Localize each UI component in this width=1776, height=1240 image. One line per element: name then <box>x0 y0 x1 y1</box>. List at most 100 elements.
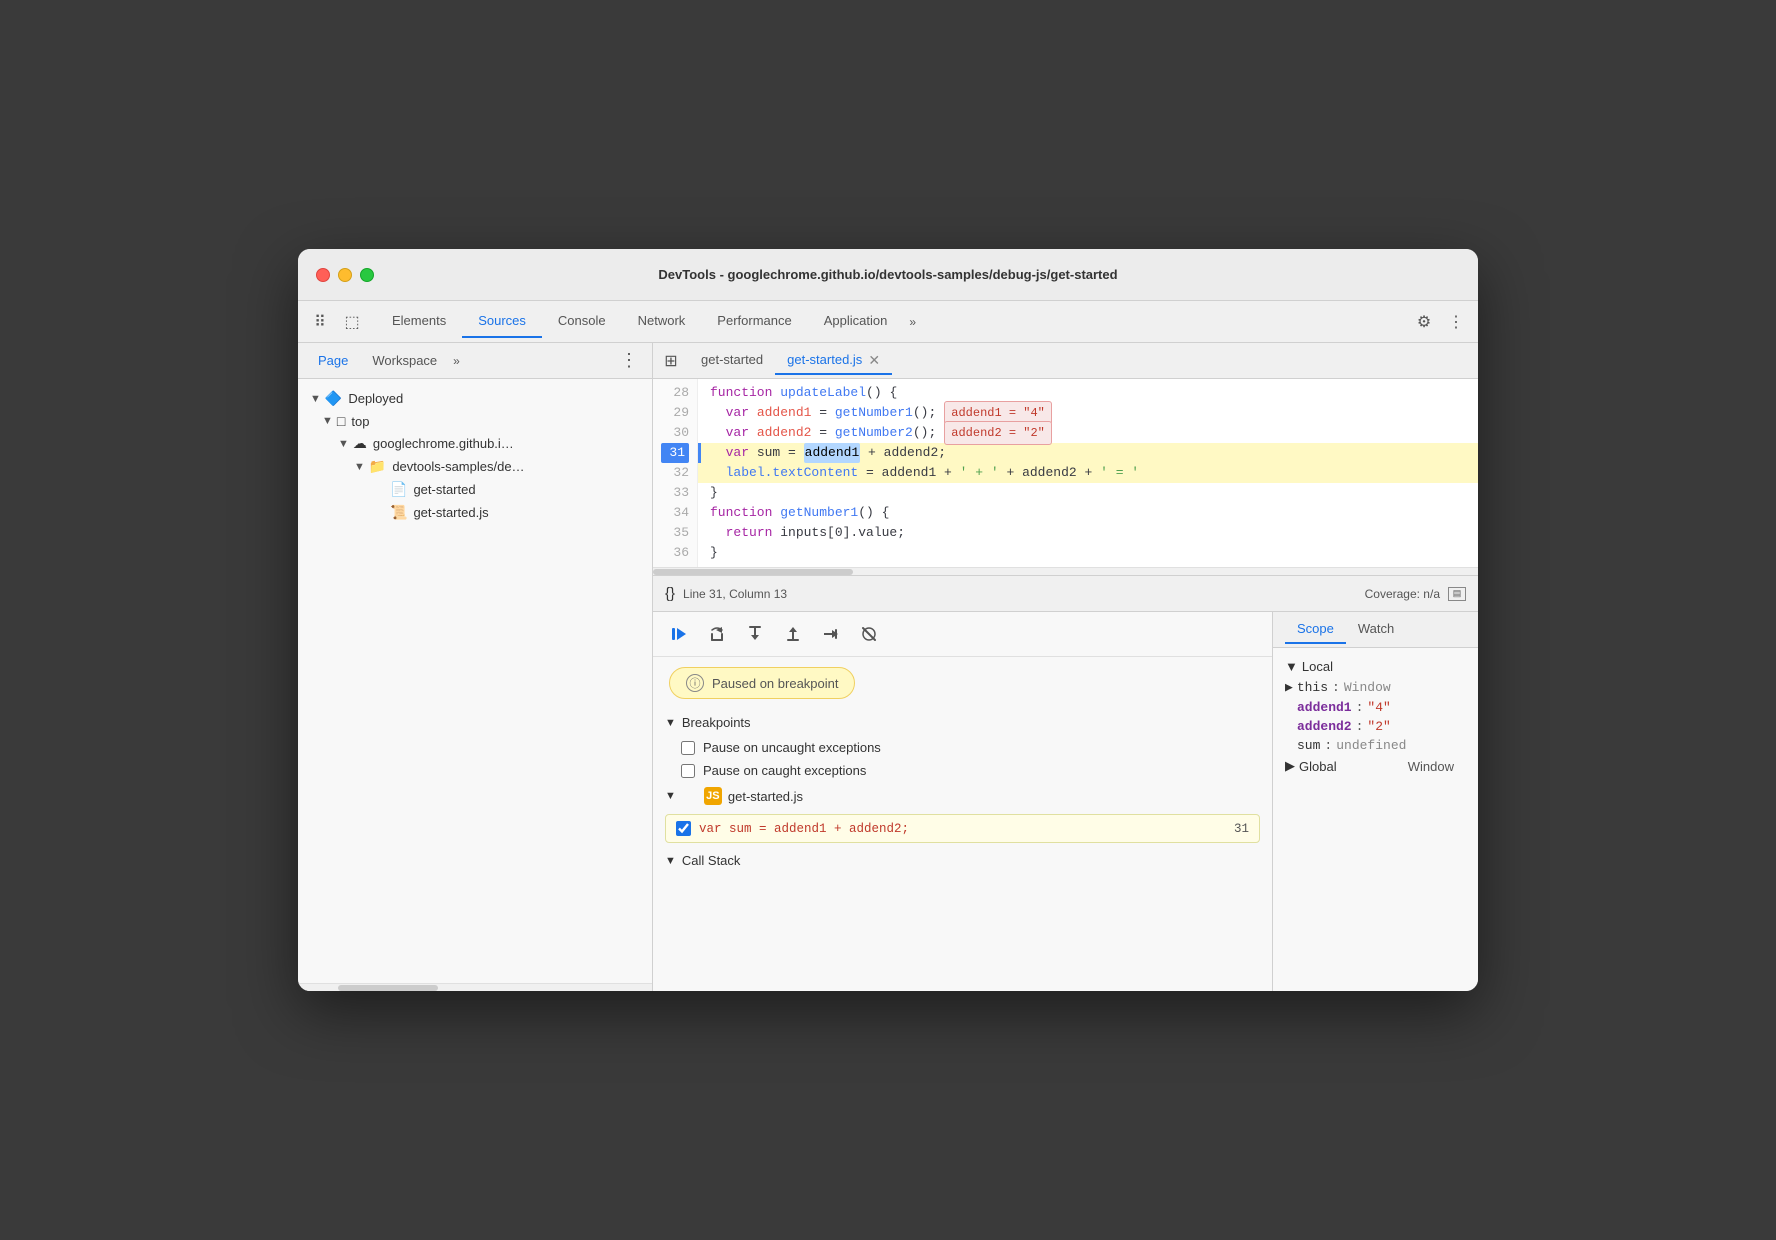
more-tabs-button[interactable]: » <box>903 307 922 337</box>
close-button[interactable] <box>316 268 330 282</box>
tree-arrow: ▼ <box>354 461 365 473</box>
step-into-button[interactable] <box>741 620 769 648</box>
editor-tab-close-button[interactable]: ✕ <box>868 353 880 367</box>
tab-application[interactable]: Application <box>808 305 904 338</box>
code-line-28: function updateLabel () { <box>698 383 1478 403</box>
breakpoint-checkbox[interactable] <box>676 821 691 836</box>
local-arrow-icon: ▼ <box>1285 659 1298 674</box>
fullscreen-button[interactable] <box>360 268 374 282</box>
minimize-button[interactable] <box>338 268 352 282</box>
sidebar-menu-button[interactable]: ⋮ <box>614 348 644 373</box>
tab-sources[interactable]: Sources <box>462 305 542 338</box>
global-section-header[interactable]: ▶ Global Window <box>1273 755 1478 777</box>
tree-label-get-started: get-started <box>413 482 475 497</box>
scope-addend2-row: addend2 : "2" <box>1273 717 1478 736</box>
pause-caught-row: Pause on caught exceptions <box>653 759 1272 782</box>
pause-caught-checkbox[interactable] <box>681 764 695 778</box>
line-num-35: 35 <box>661 523 689 543</box>
sidebar-scrollbar[interactable] <box>298 983 652 991</box>
pause-banner-text: Paused on breakpoint <box>712 676 838 691</box>
status-position: Line 31, Column 13 <box>683 587 787 601</box>
tree-item-deployed[interactable]: ▼ 🔷 Deployed <box>298 387 652 410</box>
tree-item-get-started[interactable]: 📄 get-started <box>298 478 652 501</box>
cloud-icon: ☁ <box>353 435 367 452</box>
more-options-button[interactable]: ⋮ <box>1442 308 1470 336</box>
breakpoints-section-header[interactable]: ▼ Breakpoints <box>653 709 1272 736</box>
keyword-function-34: function <box>710 503 780 523</box>
code-line-35: return inputs[0].value; <box>698 523 1478 543</box>
func-name-34: getNumber1 <box>780 503 858 523</box>
step-over-button[interactable] <box>703 620 731 648</box>
bp-line-number: 31 <box>1234 822 1249 836</box>
breakpoint-line-row[interactable]: var sum = addend1 + addend2; 31 <box>665 814 1260 843</box>
main-tab-bar: Elements Sources Console Network Perform… <box>376 305 1408 338</box>
pause-uncaught-row: Pause on uncaught exceptions <box>653 736 1272 759</box>
sidebar-more-tabs[interactable]: » <box>453 354 460 368</box>
call-stack-label: Call Stack <box>682 853 741 868</box>
horizontal-scrollbar[interactable] <box>653 567 1478 575</box>
bp-code-text: var sum = addend1 + addend2; <box>699 822 909 836</box>
str-eq: ' = ' <box>1100 463 1139 483</box>
pause-caught-label: Pause on caught exceptions <box>703 763 866 778</box>
func-getnum1: getNumber1 <box>835 403 913 423</box>
this-arrow-icon: ▶ <box>1285 680 1293 695</box>
tree-arrow: ▼ <box>338 438 349 450</box>
pause-uncaught-checkbox[interactable] <box>681 741 695 755</box>
sidebar-tab-page[interactable]: Page <box>306 347 360 374</box>
inspect-element-button[interactable]: ⠿ <box>306 308 334 336</box>
file-sidebar: Page Workspace » ⋮ ▼ 🔷 Deployed ▼ □ top <box>298 343 653 991</box>
editor-tab-get-started[interactable]: get-started <box>689 346 775 375</box>
tab-performance[interactable]: Performance <box>701 305 807 338</box>
scope-this-row[interactable]: ▶ this : Window <box>1273 677 1478 698</box>
sidebar-tab-workspace[interactable]: Workspace <box>360 347 449 374</box>
scope-tab-scope[interactable]: Scope <box>1285 615 1346 644</box>
file-icon: 📄 <box>390 481 407 498</box>
global-label: Global <box>1299 759 1337 774</box>
keyword-var-29: var <box>726 403 757 423</box>
tab-network[interactable]: Network <box>622 305 702 338</box>
scope-colon-addend1: : <box>1356 700 1364 715</box>
js-file-icon: 📜 <box>390 504 407 521</box>
device-toolbar-button[interactable]: ⬚ <box>338 308 366 336</box>
tree-item-get-started-js[interactable]: 📜 get-started.js <box>298 501 652 524</box>
breakpoints-label: Breakpoints <box>682 715 751 730</box>
scope-colon-sum: : <box>1324 738 1332 753</box>
settings-button[interactable]: ⚙ <box>1410 308 1438 336</box>
inputs-35: inputs[0].value; <box>780 523 905 543</box>
info-icon: ⓘ <box>686 674 704 692</box>
tree-item-googlechrome[interactable]: ▼ ☁ googlechrome.github.i… <box>298 432 652 455</box>
tab-elements[interactable]: Elements <box>376 305 462 338</box>
main-content: Page Workspace » ⋮ ▼ 🔷 Deployed ▼ □ top <box>298 343 1478 991</box>
editor-tab-get-started-js[interactable]: get-started.js ✕ <box>775 346 892 375</box>
paren-29: (); <box>913 403 936 423</box>
pause-uncaught-label: Pause on uncaught exceptions <box>703 740 881 755</box>
sidebar-tab-bar: Page Workspace » ⋮ <box>298 343 652 379</box>
line-num-32: 32 <box>661 463 689 483</box>
sidebar-toggle-button[interactable]: ⊞ <box>657 347 685 375</box>
func-name-28: updateLabel <box>780 383 866 403</box>
code-content: 28 29 30 31 32 33 34 35 36 function <box>653 379 1478 567</box>
h-scrollbar-thumb <box>653 569 853 575</box>
close-brace-36: } <box>710 543 718 563</box>
code-editor[interactable]: 28 29 30 31 32 33 34 35 36 function <box>653 379 1478 575</box>
devtools-window: DevTools - googlechrome.github.io/devtoo… <box>298 249 1478 991</box>
tree-item-top[interactable]: ▼ □ top <box>298 410 652 432</box>
annotation-addend2: addend2 = "2" <box>944 421 1052 445</box>
tree-item-devtools-samples[interactable]: ▼ 📁 devtools-samples/de… <box>298 455 652 478</box>
scope-tab-watch[interactable]: Watch <box>1346 615 1406 644</box>
step-out-button[interactable] <box>779 620 807 648</box>
local-section-header[interactable]: ▼ Local <box>1273 656 1478 677</box>
scope-content: ▼ Local ▶ this : Window addend1 <box>1273 648 1478 991</box>
toolbar-icons: ⠿ ⬚ <box>306 308 366 336</box>
paren-30: (); <box>913 423 936 443</box>
scope-val-addend2: "2" <box>1367 719 1390 734</box>
deactivate-breakpoints-button[interactable] <box>855 620 883 648</box>
resume-button[interactable] <box>665 620 693 648</box>
coverage-icon[interactable]: ▤ <box>1448 587 1466 601</box>
tab-console[interactable]: Console <box>542 305 622 338</box>
call-stack-header[interactable]: ▼ Call Stack <box>653 847 1272 874</box>
window-title: DevTools - googlechrome.github.io/devtoo… <box>658 267 1117 282</box>
step-button[interactable] <box>817 620 845 648</box>
bp-filename: get-started.js <box>728 789 803 804</box>
str-plus: ' + ' <box>960 463 999 483</box>
